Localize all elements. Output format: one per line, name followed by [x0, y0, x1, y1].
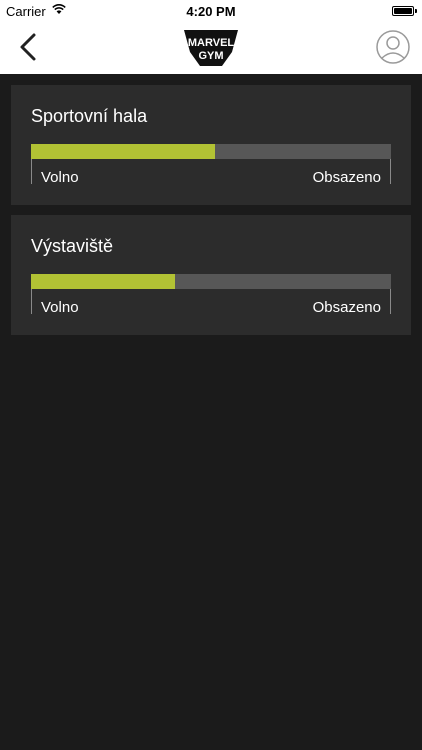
card-title: Výstaviště	[31, 236, 114, 256]
status-time: 4:20 PM	[186, 4, 236, 19]
occupancy-fill	[31, 274, 175, 289]
scale-tick-left	[31, 289, 32, 314]
label-occupied: Obsazeno	[312, 299, 381, 316]
user-avatar-icon[interactable]	[376, 30, 410, 64]
content-area: Sportovní hala Volno Obsazeno Výstaviště…	[0, 74, 422, 750]
scale-tick-right	[390, 159, 391, 184]
svg-text:GYM: GYM	[198, 50, 223, 62]
svg-text:MARVEL: MARVEL	[188, 37, 235, 49]
label-free: Volno	[41, 299, 79, 316]
occupancy-track	[31, 274, 391, 289]
occupancy-card[interactable]: Výstaviště Volno Obsazeno	[11, 215, 411, 335]
label-free: Volno	[41, 169, 79, 186]
nav-bar: MARVEL GYM	[0, 22, 422, 74]
occupancy-fill	[31, 144, 215, 159]
label-occupied: Obsazeno	[312, 169, 381, 186]
scale-tick-left	[31, 159, 32, 184]
chevron-left-icon[interactable]	[14, 32, 44, 62]
battery-icon	[392, 6, 417, 16]
occupancy-track	[31, 144, 391, 159]
marvel-gym-logo: MARVEL GYM	[184, 30, 238, 66]
occupancy-card[interactable]: Sportovní hala Volno Obsazeno	[11, 85, 411, 205]
status-bar: Carrier 4:20 PM	[0, 0, 422, 22]
scale-tick-right	[390, 289, 391, 314]
card-title: Sportovní hala	[31, 106, 148, 126]
